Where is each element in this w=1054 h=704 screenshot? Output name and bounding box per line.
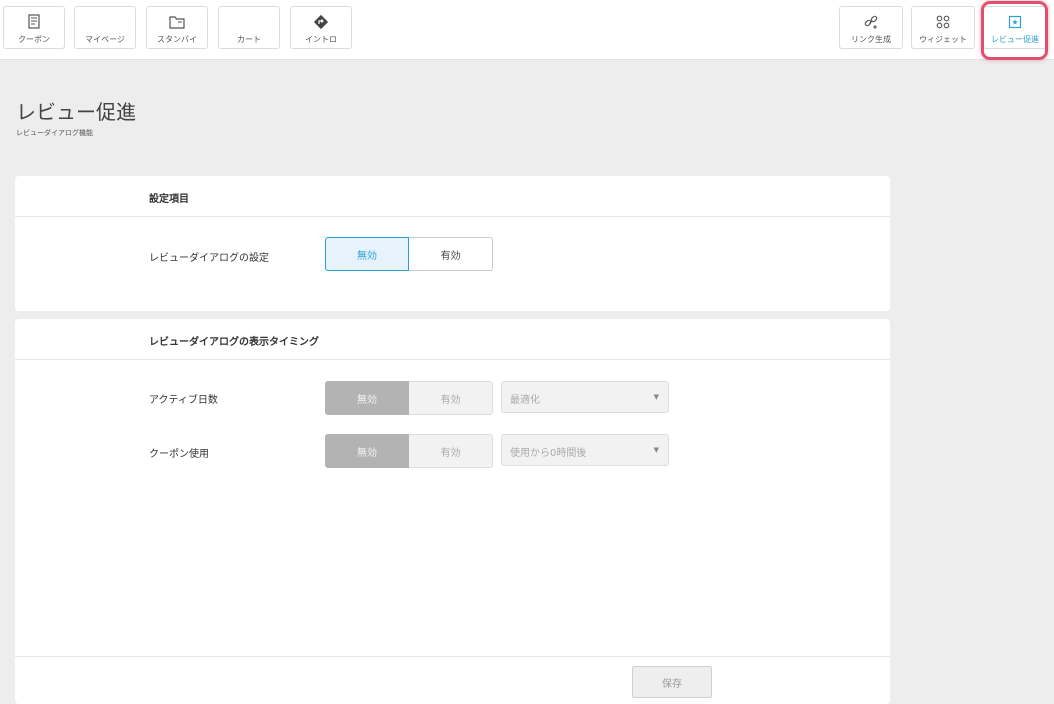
active-days-off-option[interactable]: 無効 (325, 381, 409, 415)
receipt-icon (27, 14, 41, 30)
save-button[interactable]: 保存 (632, 666, 712, 698)
coupon-use-on-option[interactable]: 有効 (409, 434, 493, 468)
active-tab-highlight (981, 1, 1048, 60)
timing-card-header: レビューダイアログの表示タイミング (15, 319, 890, 360)
coupon-use-label: クーポン使用 (149, 449, 209, 460)
settings-card: 設定項目 レビューダイアログの設定 無効 有効 (15, 176, 890, 311)
chevron-down-icon: ▼ (653, 446, 659, 454)
nav-cart-button[interactable]: カート (218, 6, 280, 49)
link-icon (863, 14, 879, 30)
folder-icon (169, 14, 185, 30)
active-days-select[interactable]: 最適化 ▼ (501, 381, 669, 413)
review-dialog-setting-label: レビューダイアログの設定 (149, 253, 269, 264)
chevron-down-icon: ▼ (653, 393, 659, 401)
top-toolbar: クーポン マイページ スタンバイ カート イントロ リンク生成 ウィジェット レ… (0, 0, 1054, 60)
settings-card-heading: 設定項目 (149, 194, 189, 205)
nav-link-generate-label: リンク生成 (851, 35, 891, 44)
timing-card-heading: レビューダイアログの表示タイミング (149, 337, 319, 348)
diamond-arrow-icon (313, 14, 329, 30)
nav-widget-button[interactable]: ウィジェット (911, 6, 975, 49)
active-days-label: アクティブ日数 (149, 395, 218, 406)
review-dialog-toggle: 無効 有効 (325, 237, 493, 271)
nav-widget-label: ウィジェット (919, 35, 967, 44)
widget-grid-icon (936, 14, 950, 30)
timing-card: レビューダイアログの表示タイミング アクティブ日数 無効 有効 最適化 ▼ クー… (15, 319, 890, 704)
review-dialog-off-option[interactable]: 無効 (325, 237, 409, 271)
nav-standby-button[interactable]: スタンバイ (146, 6, 208, 49)
coupon-use-toggle: 無効 有効 (325, 434, 493, 468)
nav-intro-label: イントロ (305, 35, 337, 44)
nav-mypage-button[interactable]: マイページ (74, 6, 136, 49)
nav-mypage-label: マイページ (85, 35, 125, 44)
page-title: レビュー促進 (16, 100, 136, 124)
coupon-use-select[interactable]: 使用から0時間後 ▼ (501, 434, 669, 466)
nav-intro-button[interactable]: イントロ (290, 6, 352, 49)
review-dialog-on-option[interactable]: 有効 (409, 237, 493, 271)
nav-cart-label: カート (237, 35, 261, 44)
nav-coupon-button[interactable]: クーポン (3, 6, 65, 49)
nav-link-generate-button[interactable]: リンク生成 (839, 6, 903, 49)
active-days-select-value: 最適化 (510, 395, 540, 406)
nav-standby-label: スタンバイ (157, 35, 197, 44)
settings-card-header: 設定項目 (15, 176, 890, 217)
active-days-toggle: 無効 有効 (325, 381, 493, 415)
page-subtitle: レビューダイアログ機能 (16, 129, 93, 137)
coupon-use-select-value: 使用から0時間後 (510, 448, 587, 459)
coupon-use-off-option[interactable]: 無効 (325, 434, 409, 468)
footer-divider (15, 656, 890, 657)
nav-coupon-label: クーポン (18, 35, 50, 44)
active-days-on-option[interactable]: 有効 (409, 381, 493, 415)
